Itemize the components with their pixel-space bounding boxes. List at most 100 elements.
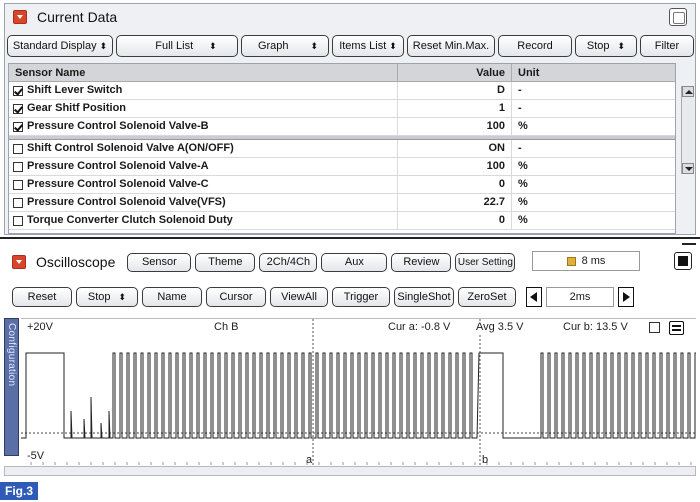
sensor-name: Pressure Control Solenoid Valve-A [27, 160, 209, 172]
collapse-toggle-icon[interactable] [13, 10, 27, 24]
sensor-value: 1 [398, 100, 512, 117]
row-checkbox[interactable] [13, 121, 23, 132]
row-checkbox[interactable] [13, 179, 23, 190]
window-toggle-icon[interactable] [669, 8, 687, 26]
sample-time-display: 8 ms [532, 251, 640, 271]
sensor-name: Torque Converter Clutch Solenoid Duty [27, 214, 233, 226]
ch-toggle-button[interactable]: 2Ch/4Ch [259, 252, 318, 272]
table-row[interactable]: Pressure Control Solenoid Valve-C 0 % [9, 176, 675, 194]
average-readout: Avg 3.5 V [476, 321, 524, 333]
cursor-a-readout: Cur a: -0.8 V [388, 321, 451, 333]
oscilloscope-header: Oscilloscope Sensor Theme 2Ch/4Ch Aux Re… [4, 247, 696, 277]
row-checkbox[interactable] [13, 85, 23, 96]
spinner-icon: ⬍ [99, 40, 108, 51]
spinner-icon: ⬍ [389, 40, 397, 51]
cursor-b-marker[interactable]: b [482, 454, 488, 466]
row-checkbox[interactable] [13, 143, 23, 154]
column-sensor-name[interactable]: Sensor Name [9, 64, 398, 81]
sensor-value: 100 [398, 118, 512, 135]
sensor-table: Sensor Name Value Unit Shift Lever Switc… [8, 63, 676, 234]
user-setting-button[interactable]: User Setting [455, 252, 516, 272]
scope-display[interactable]: +20V -5V Ch B Cur a: -0.8 V Avg 3.5 V Cu… [21, 318, 696, 467]
full-list-select[interactable]: Full List ⬍ [116, 35, 238, 57]
channel-label: Ch B [214, 321, 239, 333]
review-button[interactable]: Review [391, 252, 452, 272]
sensor-unit: % [518, 120, 528, 132]
stop-icon[interactable] [674, 252, 692, 270]
items-list-select[interactable]: Items List ⬍ [332, 35, 404, 57]
reset-minmax-button[interactable]: Reset Min.Max. [407, 35, 495, 57]
name-button[interactable]: Name [142, 287, 202, 307]
sensor-name: Shift Lever Switch [27, 84, 123, 96]
table-header: Sensor Name Value Unit [9, 64, 675, 82]
cursor-a-marker[interactable]: a [306, 454, 312, 466]
filter-button[interactable]: Filter [640, 35, 694, 57]
single-shot-button[interactable]: SingleShot [394, 287, 454, 307]
trigger-button[interactable]: Trigger [332, 287, 390, 307]
sensor-name: Pressure Control Solenoid Valve-B [27, 120, 209, 132]
time-increase-icon[interactable] [618, 287, 634, 307]
sensor-name: Pressure Control Solenoid Valve(VFS) [27, 196, 226, 208]
table-row[interactable]: Pressure Control Solenoid Valve-A 100 % [9, 158, 675, 176]
row-checkbox[interactable] [13, 161, 23, 172]
column-unit[interactable]: Unit [512, 64, 675, 81]
row-checkbox[interactable] [13, 197, 23, 208]
aux-button[interactable]: Aux [321, 252, 388, 272]
sensor-unit: % [518, 160, 528, 172]
sensor-button[interactable]: Sensor [127, 252, 192, 272]
sensor-name: Gear Shitf Position [27, 102, 127, 114]
table-row[interactable]: Pressure Control Solenoid Valve-B 100 % [9, 118, 675, 136]
scroll-up-icon[interactable] [682, 86, 694, 97]
cursor-button[interactable]: Cursor [206, 287, 266, 307]
standard-display-select[interactable]: Standard Display ⬍ [7, 35, 113, 57]
stop-select[interactable]: Stop ⬍ [76, 287, 138, 307]
column-value[interactable]: Value [398, 64, 512, 81]
sensor-name: Pressure Control Solenoid Valve-C [27, 178, 209, 190]
oscilloscope-toolbar: Reset Stop ⬍ Name Cursor ViewAll Trigger … [12, 287, 634, 307]
scroll-down-icon[interactable] [682, 163, 694, 174]
sensor-unit: % [518, 196, 528, 208]
table-scrollbar[interactable] [681, 86, 694, 174]
waveform-trace [21, 352, 696, 439]
theme-button[interactable]: Theme [195, 252, 256, 272]
table-row[interactable]: Torque Converter Clutch Solenoid Duty 0 … [9, 212, 675, 230]
sensor-unit: % [518, 214, 528, 226]
table-row[interactable]: Pressure Control Solenoid Valve(VFS) 22.… [9, 194, 675, 212]
sensor-value: D [398, 82, 512, 99]
sensor-value: 0 [398, 212, 512, 229]
sensor-unit: - [518, 102, 522, 114]
configuration-tab[interactable]: Configuration [4, 318, 19, 456]
figure-label: Fig.3 [0, 482, 38, 500]
sensor-value: 22.7 [398, 194, 512, 211]
panel-divider[interactable] [0, 237, 700, 239]
time-div-field[interactable]: 2ms [546, 287, 614, 307]
scale-top-label: +20V [27, 321, 53, 333]
current-data-toolbar: Standard Display ⬍ Full List ⬍ Graph ⬍ Item… [7, 35, 694, 57]
view-all-button[interactable]: ViewAll [270, 287, 328, 307]
stop-select[interactable]: Stop ⬍ [575, 35, 637, 57]
collapse-toggle-icon[interactable] [12, 255, 26, 269]
scope-checkbox[interactable] [649, 322, 660, 333]
table-row[interactable]: Shift Control Solenoid Valve A(ON/OFF) O… [9, 140, 675, 158]
row-checkbox[interactable] [13, 103, 23, 114]
layout-toggle-icon[interactable] [669, 321, 684, 335]
current-data-panel: Current Data Standard Display ⬍ Full List… [4, 3, 696, 235]
row-checkbox[interactable] [13, 215, 23, 226]
grid-ticks [30, 462, 692, 465]
graph-select[interactable]: Graph ⬍ [241, 35, 329, 57]
scope-scrollbar[interactable] [4, 466, 696, 476]
record-button[interactable]: Record [498, 35, 572, 57]
oscilloscope-header-buttons: Sensor Theme 2Ch/4Ch Aux Review User Set… [127, 252, 516, 272]
time-decrease-icon[interactable] [526, 287, 542, 307]
table-row[interactable]: Shift Lever Switch D - [9, 82, 675, 100]
splitter-handle[interactable] [682, 243, 696, 245]
reset-button[interactable]: Reset [12, 287, 72, 307]
waveform-canvas [21, 319, 696, 467]
spinner-icon: ⬍ [209, 40, 217, 51]
sensor-value: ON [398, 140, 512, 157]
sensor-unit: % [518, 178, 528, 190]
spinner-icon: ⬍ [617, 40, 626, 51]
table-row[interactable]: Gear Shitf Position 1 - [9, 100, 675, 118]
zero-set-button[interactable]: ZeroSet [458, 287, 516, 307]
spinner-icon: ⬍ [118, 291, 127, 302]
